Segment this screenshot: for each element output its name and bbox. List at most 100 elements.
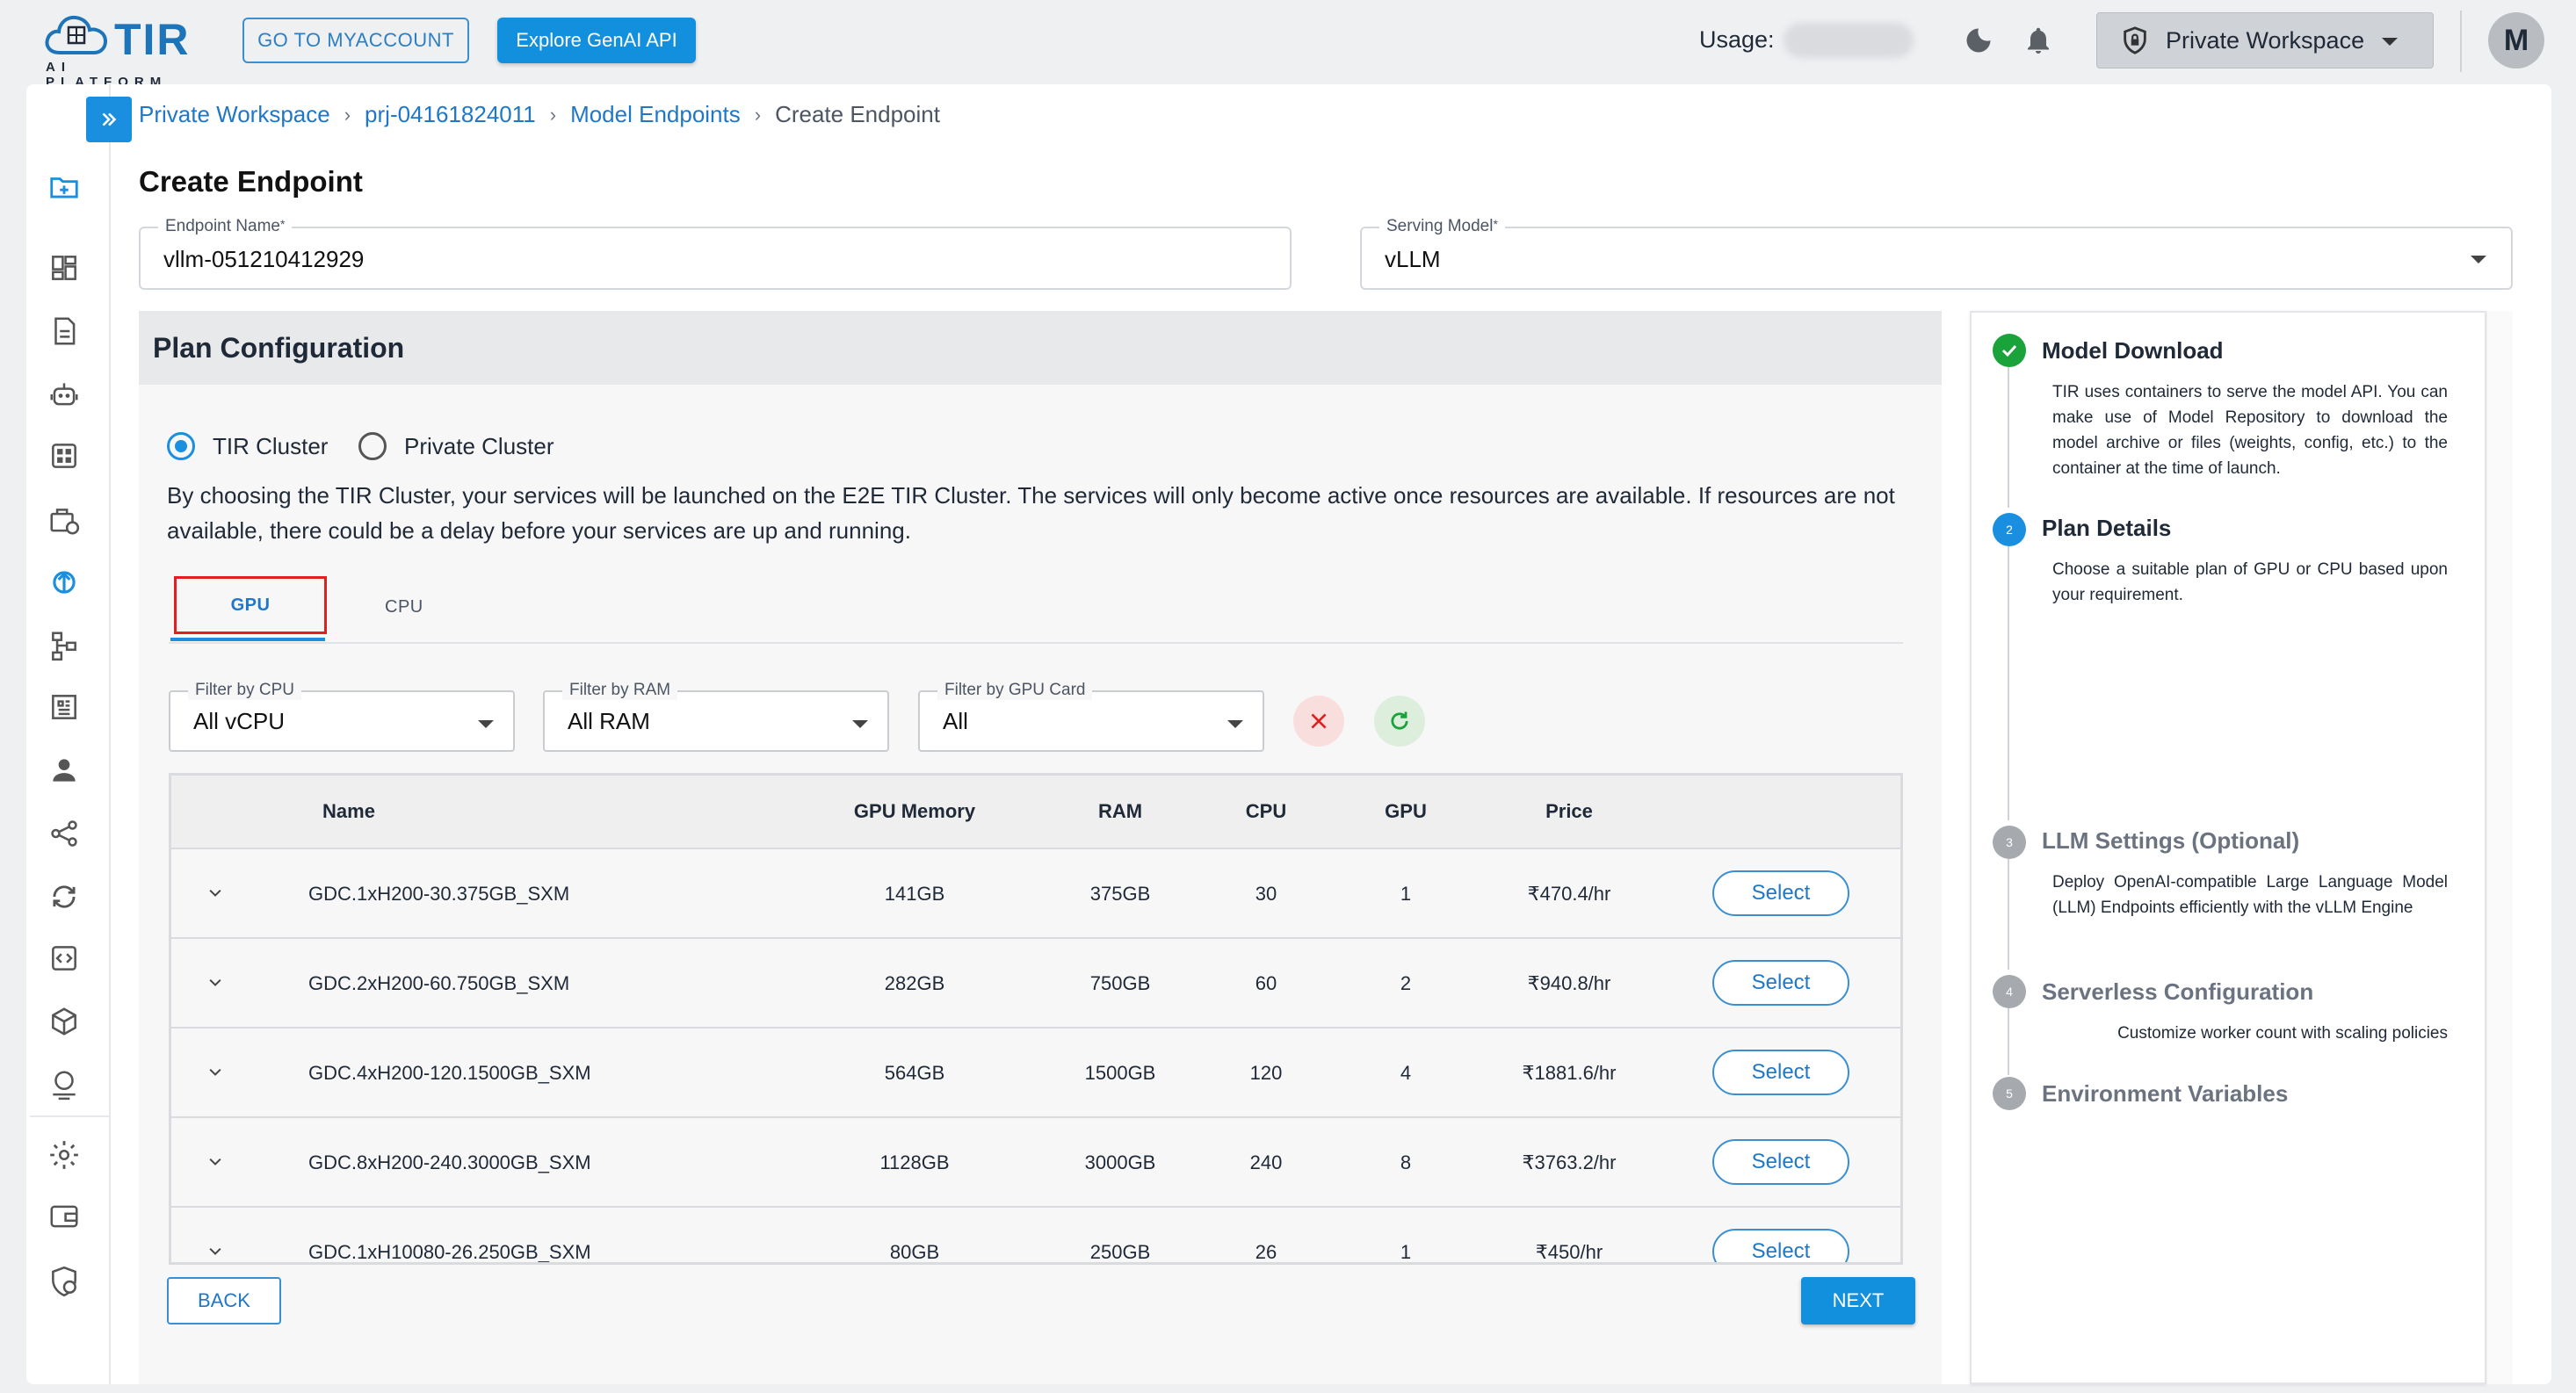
stepper-connector	[2008, 859, 2009, 970]
breadcrumb-current: Create Endpoint	[775, 101, 940, 127]
breadcrumb-project[interactable]: prj-04161824011	[365, 101, 536, 128]
breadcrumb-model-endpoints[interactable]: Model Endpoints	[570, 101, 741, 128]
filter-cpu-value: All vCPU	[193, 708, 286, 734]
code-icon[interactable]	[47, 942, 81, 975]
plans-table: Name GPU Memory RAM CPU GPU Price GDC.1x…	[169, 773, 1903, 1265]
security-icon[interactable]	[47, 1265, 81, 1298]
select-plan-button[interactable]: Select	[1712, 1050, 1849, 1095]
serving-model-label: Serving Model*	[1379, 217, 1505, 236]
plan-configuration-header: Plan Configuration	[139, 311, 1942, 385]
plan-description: By choosing the TIR Cluster, your servic…	[167, 482, 1895, 544]
filter-ram-label: Filter by RAM	[562, 681, 678, 700]
cell-name: GDC.1xH10080-26.250GB_SXM	[308, 1241, 591, 1263]
cell-name: GDC.4xH200-120.1500GB_SXM	[308, 1062, 591, 1084]
user-icon[interactable]	[47, 754, 81, 787]
registry-icon[interactable]	[47, 690, 81, 724]
step-title-plan-details[interactable]: Plan Details	[2042, 515, 2171, 542]
expand-row-chevron-icon[interactable]	[206, 884, 224, 902]
step-number-5: 5	[1993, 1077, 2026, 1110]
expand-row-chevron-icon[interactable]	[206, 1243, 224, 1260]
wallet-icon[interactable]	[47, 1200, 81, 1233]
select-plan-button[interactable]: Select	[1712, 960, 1849, 1006]
filter-gpu-card-select[interactable]: Filter by GPU Card All	[918, 681, 1264, 752]
user-avatar[interactable]: M	[2488, 12, 2544, 69]
step-title-model-download[interactable]: Model Download	[2042, 337, 2224, 364]
stepper-connector	[2008, 1008, 2009, 1075]
breadcrumb-separator: ›	[754, 103, 762, 126]
chevron-down-icon	[2382, 38, 2398, 46]
monitor-icon[interactable]	[47, 1068, 81, 1101]
step-description-plan-details: Choose a suitable plan of GPU or CPU bas…	[2052, 560, 2448, 604]
pipeline-icon[interactable]	[47, 629, 81, 662]
filter-cpu-select[interactable]: Filter by CPU All vCPU	[169, 681, 515, 752]
expand-row-chevron-icon[interactable]	[206, 974, 224, 992]
plan-configuration-title: Plan Configuration	[153, 332, 405, 364]
settings-icon[interactable]	[47, 1138, 81, 1172]
go-to-myaccount-button[interactable]: GO TO MYACCOUNT	[242, 18, 469, 63]
expand-row-chevron-icon[interactable]	[206, 1153, 224, 1171]
document-icon[interactable]	[47, 314, 81, 348]
table-row: GDC.1xH200-30.375GB_SXM 141GB 375GB 30 1…	[171, 849, 1900, 939]
table-row: GDC.8xH200-240.3000GB_SXM 1128GB 3000GB …	[171, 1118, 1900, 1208]
dark-mode-icon[interactable]	[1963, 25, 1994, 56]
column-header-gpu: GPU	[1385, 800, 1427, 822]
serving-model-select[interactable]: Serving Model* vLLM	[1360, 217, 2513, 290]
step-title-environment-variables[interactable]: Environment Variables	[2042, 1080, 2288, 1108]
chevron-down-icon	[478, 720, 494, 728]
step-title-llm-settings[interactable]: LLM Settings (Optional)	[2042, 827, 2299, 855]
breadcrumb-private-workspace[interactable]: Private Workspace	[139, 101, 330, 128]
endpoint-name-field[interactable]: Endpoint Name* vllm-051210412929	[139, 217, 1292, 290]
step-title-serverless-configuration[interactable]: Serverless Configuration	[2042, 978, 2313, 1006]
cell-ram: 375GB	[1089, 883, 1151, 905]
radio-private-cluster[interactable]: Private Cluster	[358, 432, 554, 460]
tir-logo[interactable]: TIR AI PLATFORM	[44, 11, 202, 90]
expand-sidebar-button[interactable]	[86, 97, 132, 142]
filter-gpu-card-label: Filter by GPU Card	[937, 681, 1093, 700]
header-divider	[2460, 11, 2462, 72]
top-bar: TIR AI PLATFORM GO TO MYACCOUNT Explore …	[0, 0, 2576, 90]
share-icon[interactable]	[47, 817, 81, 850]
dashboard-icon[interactable]	[47, 251, 81, 285]
filter-gpu-card-value: All	[943, 708, 968, 734]
next-button[interactable]: NEXT	[1801, 1277, 1915, 1324]
cell-name: GDC.8xH200-240.3000GB_SXM	[308, 1151, 591, 1173]
sync-icon[interactable]	[47, 880, 81, 913]
radio-tir-cluster[interactable]: TIR Cluster	[167, 432, 328, 460]
robot-icon[interactable]	[47, 378, 81, 411]
refresh-icon	[1391, 711, 1408, 730]
grid-icon[interactable]	[47, 439, 81, 473]
filter-ram-select[interactable]: Filter by RAM All RAM	[543, 681, 889, 752]
select-plan-button[interactable]: Select	[1712, 1139, 1849, 1185]
breadcrumb-separator: ›	[549, 103, 557, 126]
stepper-scrollbar[interactable]	[2486, 311, 2513, 1384]
filter-ram-value: All RAM	[568, 708, 650, 734]
tab-gpu[interactable]: GPU	[174, 576, 327, 634]
expand-row-chevron-icon[interactable]	[206, 1064, 224, 1081]
refresh-button[interactable]	[1374, 696, 1425, 747]
endpoint-name-value: vllm-051210412929	[163, 246, 365, 272]
workspace-selector[interactable]: Private Workspace	[2096, 12, 2434, 69]
column-header-cpu: CPU	[1245, 800, 1287, 822]
breadcrumb-separator: ›	[344, 103, 351, 126]
tab-cpu[interactable]: CPU	[385, 597, 423, 617]
chevron-down-icon	[1227, 720, 1243, 728]
model-endpoint-icon[interactable]	[47, 566, 81, 599]
chevron-down-icon	[2471, 256, 2486, 263]
select-plan-button[interactable]: Select	[1712, 870, 1849, 916]
cell-price: ₹3763.2/hr	[1522, 1151, 1617, 1173]
clear-filters-button[interactable]	[1293, 696, 1344, 747]
cell-cpu: 30	[1255, 883, 1277, 905]
back-button[interactable]: BACK	[167, 1277, 281, 1324]
explore-genai-api-button[interactable]: Explore GenAI API	[497, 18, 696, 63]
double-chevron-right-icon	[102, 112, 117, 126]
radio-private-cluster-label: Private Cluster	[404, 432, 554, 459]
notification-bell-icon[interactable]	[2022, 24, 2054, 57]
radio-selected-icon	[167, 432, 195, 460]
folder-add-icon[interactable]	[47, 170, 81, 204]
container-icon[interactable]	[47, 504, 81, 538]
table-header: Name GPU Memory RAM CPU GPU Price	[171, 776, 1900, 849]
package-icon[interactable]	[47, 1005, 81, 1038]
logo-text: TIR	[114, 15, 191, 64]
step-description-serverless-configuration: Customize worker count with scaling poli…	[2117, 1024, 2448, 1043]
select-plan-button[interactable]: Select	[1712, 1229, 1849, 1262]
